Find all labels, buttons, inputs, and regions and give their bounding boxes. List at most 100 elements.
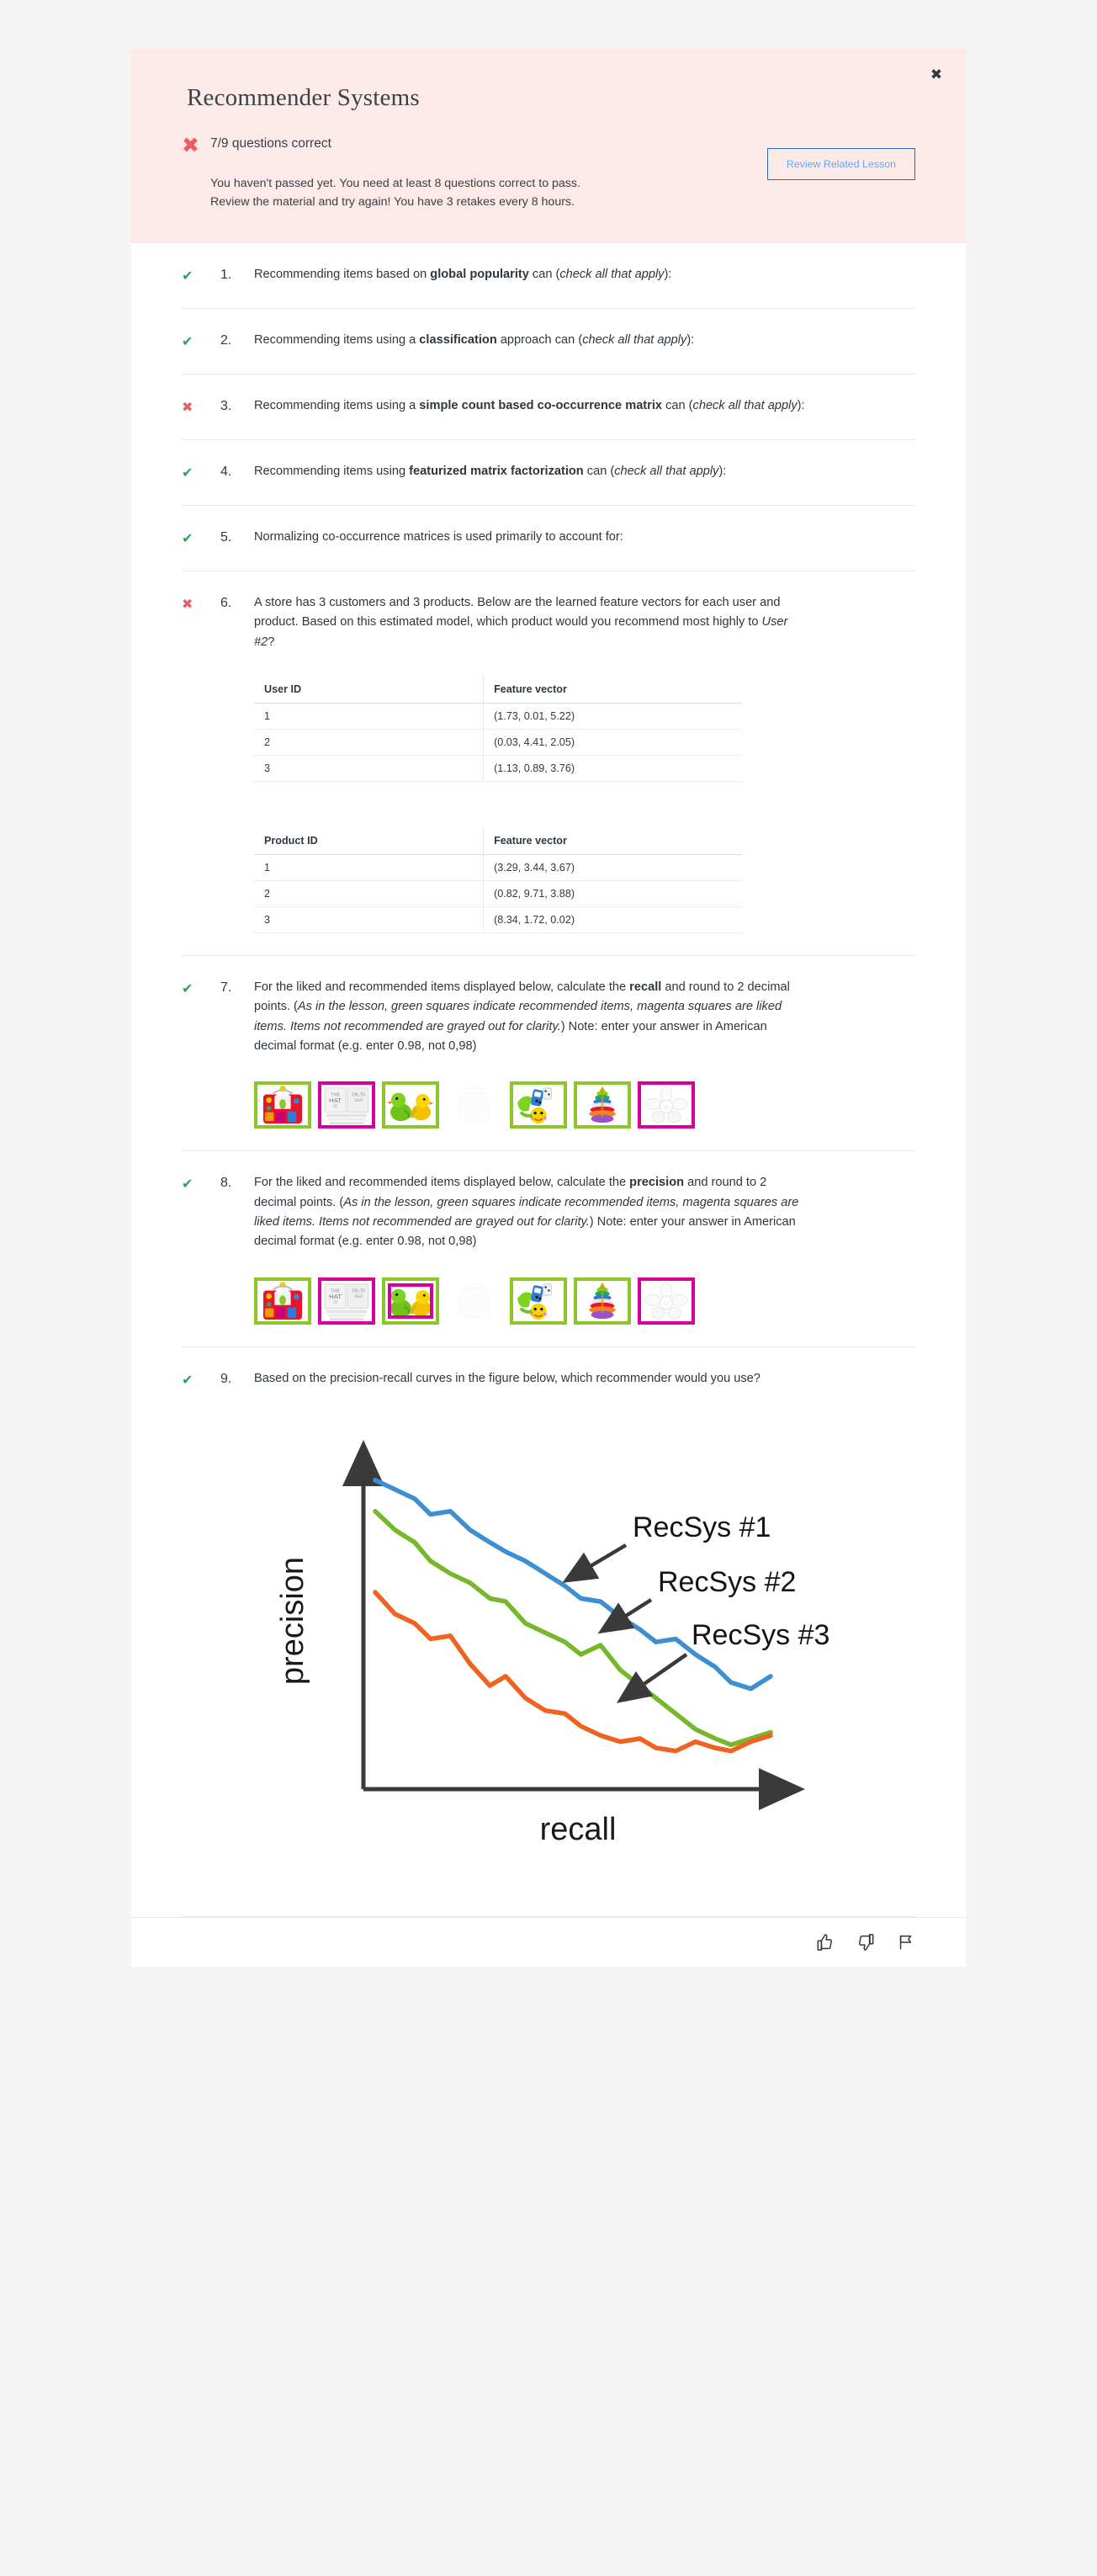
item-thumbnail-activity-house-toy bbox=[254, 1277, 311, 1325]
question-status-icon: ✔ bbox=[182, 465, 193, 481]
thumbs-down-icon[interactable] bbox=[856, 1933, 875, 1952]
svg-text:Go!: Go! bbox=[355, 1099, 363, 1104]
cell-feature-vector: (3.29, 3.44, 3.67) bbox=[483, 854, 742, 882]
table-header-row: Product ID Feature vector bbox=[254, 827, 742, 856]
cell-product-id: 2 bbox=[254, 880, 485, 908]
cell-feature-vector: (0.03, 4.41, 2.05) bbox=[483, 729, 742, 757]
question-text: Recommending items based on global popul… bbox=[254, 268, 672, 281]
svg-text:HAT: HAT bbox=[329, 1097, 342, 1105]
question-item-8: ✔ 8. For the liked and recommended items… bbox=[182, 1151, 915, 1347]
question-status-icon: ✔ bbox=[182, 1371, 193, 1388]
activity-house-toy-art bbox=[258, 1085, 307, 1125]
x-axis-label: recall bbox=[540, 1812, 617, 1847]
item-thumbnail-caterpillar-toy bbox=[510, 1277, 567, 1325]
user-feature-table: User ID Feature vector 1 (1.73, 0.01, 5.… bbox=[254, 676, 742, 783]
book-stack-art: THE HAT Oh,Th Go! bbox=[322, 1281, 371, 1321]
ring-stacker-art bbox=[578, 1085, 627, 1125]
question-status-icon: ✔ bbox=[182, 1176, 193, 1192]
svg-text:Go!: Go! bbox=[355, 1294, 363, 1299]
question-status-icon: ✔ bbox=[182, 268, 193, 284]
question-item-4: ✔ 4. Recommending items using featurized… bbox=[182, 440, 915, 506]
question-item-6: ✖ 6. A store has 3 customers and 3 produ… bbox=[182, 571, 915, 957]
liked-inner-border bbox=[388, 1283, 433, 1319]
cell-user-id: 2 bbox=[254, 729, 485, 757]
cell-user-id: 1 bbox=[254, 703, 485, 730]
question-text: A store has 3 customers and 3 products. … bbox=[254, 596, 788, 649]
item-thumbnail-flower-rattle: O bbox=[638, 1277, 695, 1325]
caterpillar-toy-art bbox=[514, 1085, 563, 1125]
y-axis-label: precision bbox=[275, 1557, 310, 1685]
question-status-icon: ✔ bbox=[182, 530, 193, 546]
question-text: For the liked and recommended items disp… bbox=[254, 980, 790, 1054]
svg-text:Lvly: Lvly bbox=[468, 1114, 475, 1119]
question-number: 3. bbox=[220, 399, 232, 413]
precision-recall-chart: precision recall RecSys #1 RecSys #2 RecSys … bbox=[237, 1419, 910, 1894]
caterpillar-toy-art bbox=[514, 1281, 563, 1321]
item-thumbnail-teething-toy: 3 Lvly bbox=[446, 1277, 503, 1325]
item-thumbnail-rubber-ducks bbox=[382, 1081, 439, 1129]
item-thumbnail-ring-stacker bbox=[574, 1081, 631, 1129]
result-message-line1: You haven't passed yet. You need at leas… bbox=[210, 177, 580, 190]
product-feature-table: Product ID Feature vector 1 (3.29, 3.44,… bbox=[254, 827, 742, 934]
question-number: 1. bbox=[220, 268, 232, 282]
flower-rattle-art: O bbox=[642, 1085, 691, 1125]
column-header: User ID bbox=[254, 676, 485, 704]
svg-text:Oh,Th: Oh,Th bbox=[352, 1093, 365, 1098]
item-thumbnail-rubber-ducks bbox=[382, 1277, 439, 1325]
table-row: 2 (0.82, 9.71, 3.88) bbox=[254, 880, 742, 908]
question-status-icon: ✔ bbox=[182, 980, 193, 997]
close-icon[interactable]: ✖ bbox=[925, 64, 947, 86]
cell-product-id: 1 bbox=[254, 854, 485, 882]
questions-list: ✔ 1. Recommending items based on global … bbox=[131, 243, 966, 1918]
svg-text:3: 3 bbox=[483, 1101, 487, 1109]
result-message: You haven't passed yet. You need at leas… bbox=[210, 174, 681, 211]
question-number: 6. bbox=[220, 596, 232, 610]
chart-annotation-2: RecSys #2 bbox=[658, 1566, 796, 1598]
activity-house-toy-art bbox=[258, 1281, 307, 1321]
svg-text:3: 3 bbox=[483, 1297, 487, 1305]
question-text: Recommending items using featurized matr… bbox=[254, 465, 727, 478]
review-related-lesson-button[interactable]: Review Related Lesson bbox=[766, 148, 915, 180]
ring-stacker-art bbox=[578, 1281, 627, 1321]
column-header: Feature vector bbox=[483, 827, 742, 856]
question-text: For the liked and recommended items disp… bbox=[254, 1176, 799, 1249]
rubber-ducks-art bbox=[386, 1085, 435, 1125]
question-text: Normalizing co-occurrence matrices is us… bbox=[254, 530, 623, 544]
item-thumbnail-ring-stacker bbox=[574, 1277, 631, 1325]
item-thumbnail-book-stack: THE HAT Oh,Th Go! bbox=[318, 1081, 375, 1129]
question-text: Recommending items using a classificatio… bbox=[254, 333, 695, 347]
table-row: 1 (1.73, 0.01, 5.22) bbox=[254, 703, 742, 730]
question-item-3: ✖ 3. Recommending items using a simple c… bbox=[182, 374, 915, 440]
page-title: Recommender Systems bbox=[187, 84, 420, 111]
q7-item-strip: THE HAT Oh,Th Go! 3 Lvly O bbox=[254, 1081, 848, 1129]
page-root: ✖ Recommender Systems ✖ 7/9 questions co… bbox=[0, 0, 1097, 2576]
column-header: Product ID bbox=[254, 827, 485, 856]
svg-text:Oh,Th: Oh,Th bbox=[352, 1288, 365, 1293]
table-row: 1 (3.29, 3.44, 3.67) bbox=[254, 854, 742, 882]
chart-annotation-1: RecSys #1 bbox=[633, 1511, 771, 1543]
flag-icon[interactable] bbox=[897, 1933, 915, 1952]
thumbs-up-icon[interactable] bbox=[816, 1933, 835, 1952]
card-footer bbox=[131, 1917, 966, 1967]
table-row: 3 (8.34, 1.72, 0.02) bbox=[254, 906, 742, 934]
question-item-5: ✔ 5. Normalizing co-occurrence matrices … bbox=[182, 506, 915, 571]
question-text: Based on the precision-recall curves in … bbox=[254, 1371, 760, 1385]
question-item-2: ✔ 2. Recommending items using a classifi… bbox=[182, 309, 915, 374]
item-thumbnail-flower-rattle: O bbox=[638, 1081, 695, 1129]
question-status-icon: ✖ bbox=[182, 399, 193, 415]
cell-user-id: 3 bbox=[254, 755, 485, 783]
question-status-icon: ✖ bbox=[182, 596, 193, 612]
teething-toy-art: 3 Lvly bbox=[450, 1085, 499, 1125]
cell-feature-vector: (8.34, 1.72, 0.02) bbox=[483, 906, 742, 934]
svg-text:O: O bbox=[664, 1301, 668, 1307]
question-text: Recommending items using a simple count … bbox=[254, 399, 805, 412]
question-status-icon: ✔ bbox=[182, 333, 193, 349]
svg-text:O: O bbox=[664, 1105, 668, 1111]
q8-item-strip: THE HAT Oh,Th Go! 3 Lvly O bbox=[254, 1277, 848, 1325]
cell-feature-vector: (1.13, 0.89, 3.76) bbox=[483, 755, 742, 783]
flower-rattle-art: O bbox=[642, 1281, 691, 1321]
precision-recall-svg: precision recall RecSys #1 RecSys #2 RecSys … bbox=[275, 1440, 829, 1847]
cell-feature-vector: (1.73, 0.01, 5.22) bbox=[483, 703, 742, 730]
results-banner: ✖ Recommender Systems ✖ 7/9 questions co… bbox=[131, 49, 966, 243]
svg-text:HAT: HAT bbox=[329, 1293, 342, 1300]
